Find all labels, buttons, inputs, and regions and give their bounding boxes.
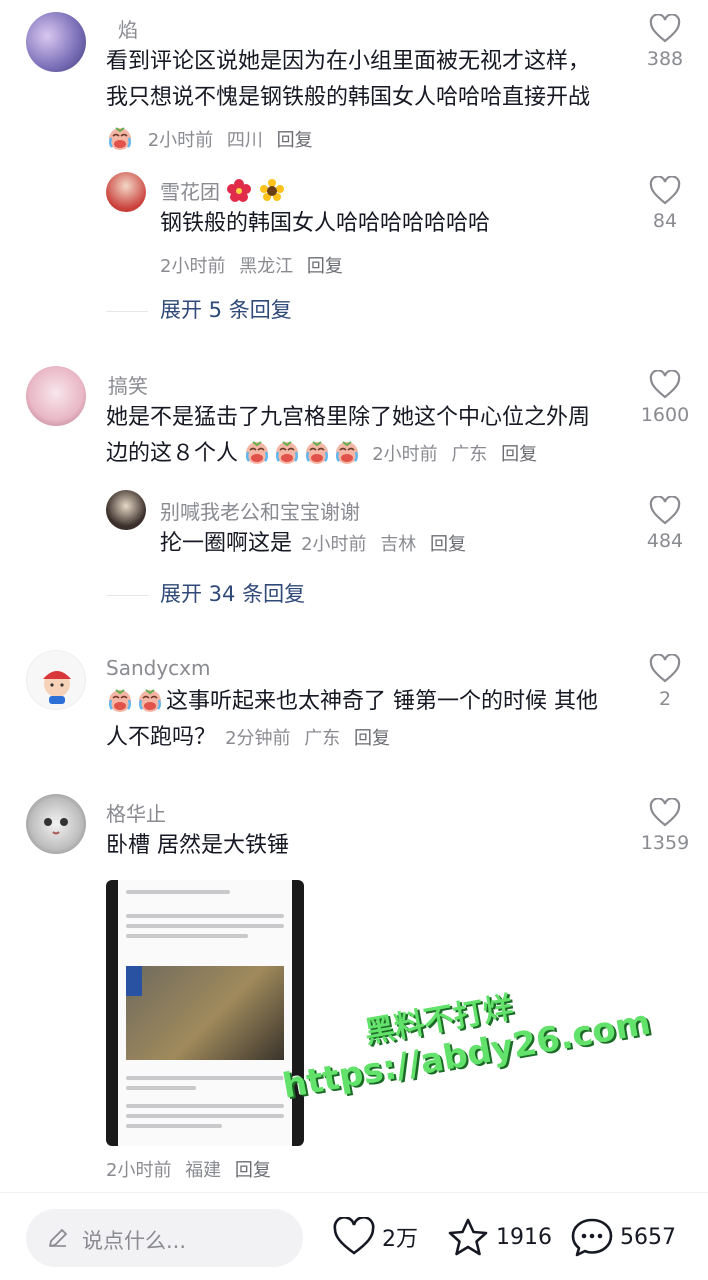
comment-username[interactable]: 焰 — [118, 14, 138, 43]
like-button[interactable]: 84 — [630, 176, 700, 232]
comment-time: 2分钟前 — [225, 728, 291, 749]
heart-icon — [649, 370, 681, 399]
reply-username[interactable]: 雪花团 — [160, 176, 285, 205]
comment-meta: 2小时前 广东 回复 — [372, 444, 545, 465]
crying-laugh-emoji-icon — [333, 438, 361, 466]
reply-button[interactable]: 回复 — [430, 534, 466, 555]
comment-location: 广东 — [451, 444, 488, 465]
comment-input-placeholder: 说点什么... — [82, 1229, 187, 1253]
like-button[interactable]: 1600 — [630, 370, 700, 426]
reply-row: 抡一圈啊这是 2小时前 吉林 回复 — [160, 526, 474, 562]
avatar[interactable] — [26, 650, 86, 710]
hibiscus-emoji-icon — [226, 178, 252, 204]
photo-thumbnail — [126, 966, 284, 1060]
comment-location: 四川 — [226, 130, 263, 151]
reply-meta: 2小时前 吉林 回复 — [301, 534, 474, 555]
crying-laugh-emoji-icon — [106, 124, 134, 152]
comment-text-line1: 看到评论区说她是因为在小组里面被无视才这样， — [106, 49, 591, 74]
comment-username[interactable]: 搞笑 — [108, 370, 148, 399]
like-post-button[interactable]: 2万 — [332, 1217, 418, 1257]
reply-button[interactable]: 回复 — [307, 256, 343, 277]
news-logo — [126, 966, 142, 996]
heart-icon — [649, 496, 681, 525]
comments-button[interactable]: 5657 — [570, 1217, 676, 1257]
comment-time: 2小时前 — [372, 444, 438, 465]
heart-icon — [649, 176, 681, 205]
comment-bubble-icon — [571, 1218, 613, 1257]
reply-button[interactable]: 回复 — [501, 444, 537, 465]
comment-line1-row: 这事听起来也太神奇了 锤第一个的时候 其他 — [106, 684, 598, 720]
crying-laugh-emoji-icon — [273, 438, 301, 466]
cartoon-avatar-icon — [43, 671, 71, 704]
comment-text-line2: 我只想说不愧是钢铁般的韩国女人哈哈哈直接开战 — [106, 85, 591, 110]
reply-text: 钢铁般的韩国女人哈哈哈哈哈哈哈 — [160, 211, 491, 236]
like-button[interactable]: 1359 — [630, 798, 700, 854]
reply-time: 2小时前 — [160, 256, 226, 277]
comment-meta: 2分钟前 广东 回复 — [225, 728, 398, 749]
star-icon — [448, 1218, 488, 1256]
avatar[interactable] — [106, 172, 146, 212]
comment-location: 广东 — [304, 728, 341, 749]
reply-username[interactable]: 别喊我老公和宝宝谢谢 — [160, 496, 360, 525]
reply-meta: 2小时前 黑龙江 回复 — [160, 252, 351, 278]
comment-text-line1: 她是不是猛击了九宫格里除了她这个中心位之外周 — [106, 405, 591, 430]
comment-text-line1: 这事听起来也太神奇了 锤第一个的时候 其他 — [166, 689, 598, 714]
favorite-button[interactable]: 1916 — [446, 1217, 552, 1257]
expand-replies-button[interactable]: 展开 34 条回复 — [106, 578, 305, 608]
screenshot-thumbnail — [118, 880, 292, 1146]
like-count: 1600 — [640, 404, 690, 426]
comment-username[interactable]: Sandycxm — [106, 656, 210, 680]
comment-text-line2: 人不跑吗？ — [106, 725, 217, 750]
favorite-count: 1916 — [496, 1224, 552, 1250]
comment-meta: 2小时前 四川 回复 — [106, 124, 321, 152]
avatar[interactable] — [26, 366, 86, 426]
reply-button[interactable]: 回复 — [277, 130, 313, 151]
heart-icon — [649, 654, 681, 683]
reply-button[interactable]: 回复 — [235, 1160, 271, 1181]
comment-count: 5657 — [620, 1224, 676, 1250]
cat-avatar-icon — [44, 818, 68, 835]
like-count: 1359 — [640, 832, 690, 854]
avatar[interactable] — [26, 12, 86, 72]
crying-laugh-emoji-icon — [106, 686, 134, 714]
reply-text: 抡一圈啊这是 — [160, 531, 293, 556]
reply-location: 黑龙江 — [239, 256, 294, 277]
like-count: 484 — [646, 530, 684, 552]
like-button[interactable]: 484 — [630, 496, 700, 552]
heart-icon — [649, 798, 681, 827]
sunflower-emoji-icon — [259, 178, 285, 204]
crying-laugh-emoji-icon — [303, 438, 331, 466]
comment-time: 2小时前 — [147, 130, 214, 151]
comment-location: 福建 — [185, 1160, 222, 1181]
crying-laugh-emoji-icon — [243, 438, 271, 466]
comment-line2-row: 边的这８个人 2小时前 广东 回复 — [106, 436, 545, 472]
crying-laugh-emoji-icon — [136, 686, 164, 714]
comment-username[interactable]: 格华止 — [106, 798, 166, 827]
watermark: 黑料不打烊 https://abdy26.com — [272, 959, 654, 1107]
like-button[interactable]: 2 — [630, 654, 700, 710]
comment-line2-row: 人不跑吗？ 2分钟前 广东 回复 — [106, 720, 398, 756]
post-like-count: 2万 — [382, 1227, 418, 1252]
like-count: 84 — [652, 210, 678, 232]
comment-text-line2: 边的这８个人 — [106, 441, 239, 466]
pencil-icon — [49, 1229, 67, 1247]
like-count: 2 — [658, 688, 672, 710]
avatar[interactable] — [26, 794, 86, 854]
like-count: 388 — [646, 48, 684, 70]
comment-input[interactable]: 说点什么... — [26, 1209, 303, 1267]
comment-image[interactable] — [106, 880, 304, 1146]
avatar[interactable] — [106, 490, 146, 530]
reply-location: 吉林 — [380, 534, 417, 555]
heart-icon — [333, 1217, 375, 1255]
heart-icon — [649, 14, 681, 43]
reply-time: 2小时前 — [301, 534, 367, 555]
comment-text-line1: 卧槽 居然是大铁锤 — [106, 833, 289, 858]
comment-time: 2小时前 — [106, 1160, 172, 1181]
reply-username-text[interactable]: 雪花团 — [160, 180, 220, 204]
bottom-bar: 说点什么... 2万 1916 5657 — [0, 1192, 708, 1280]
comment-meta: 2小时前 福建 回复 — [106, 1156, 279, 1182]
like-button[interactable]: 388 — [630, 14, 700, 70]
expand-replies-button[interactable]: 展开 5 条回复 — [106, 294, 292, 324]
reply-button[interactable]: 回复 — [354, 728, 390, 749]
